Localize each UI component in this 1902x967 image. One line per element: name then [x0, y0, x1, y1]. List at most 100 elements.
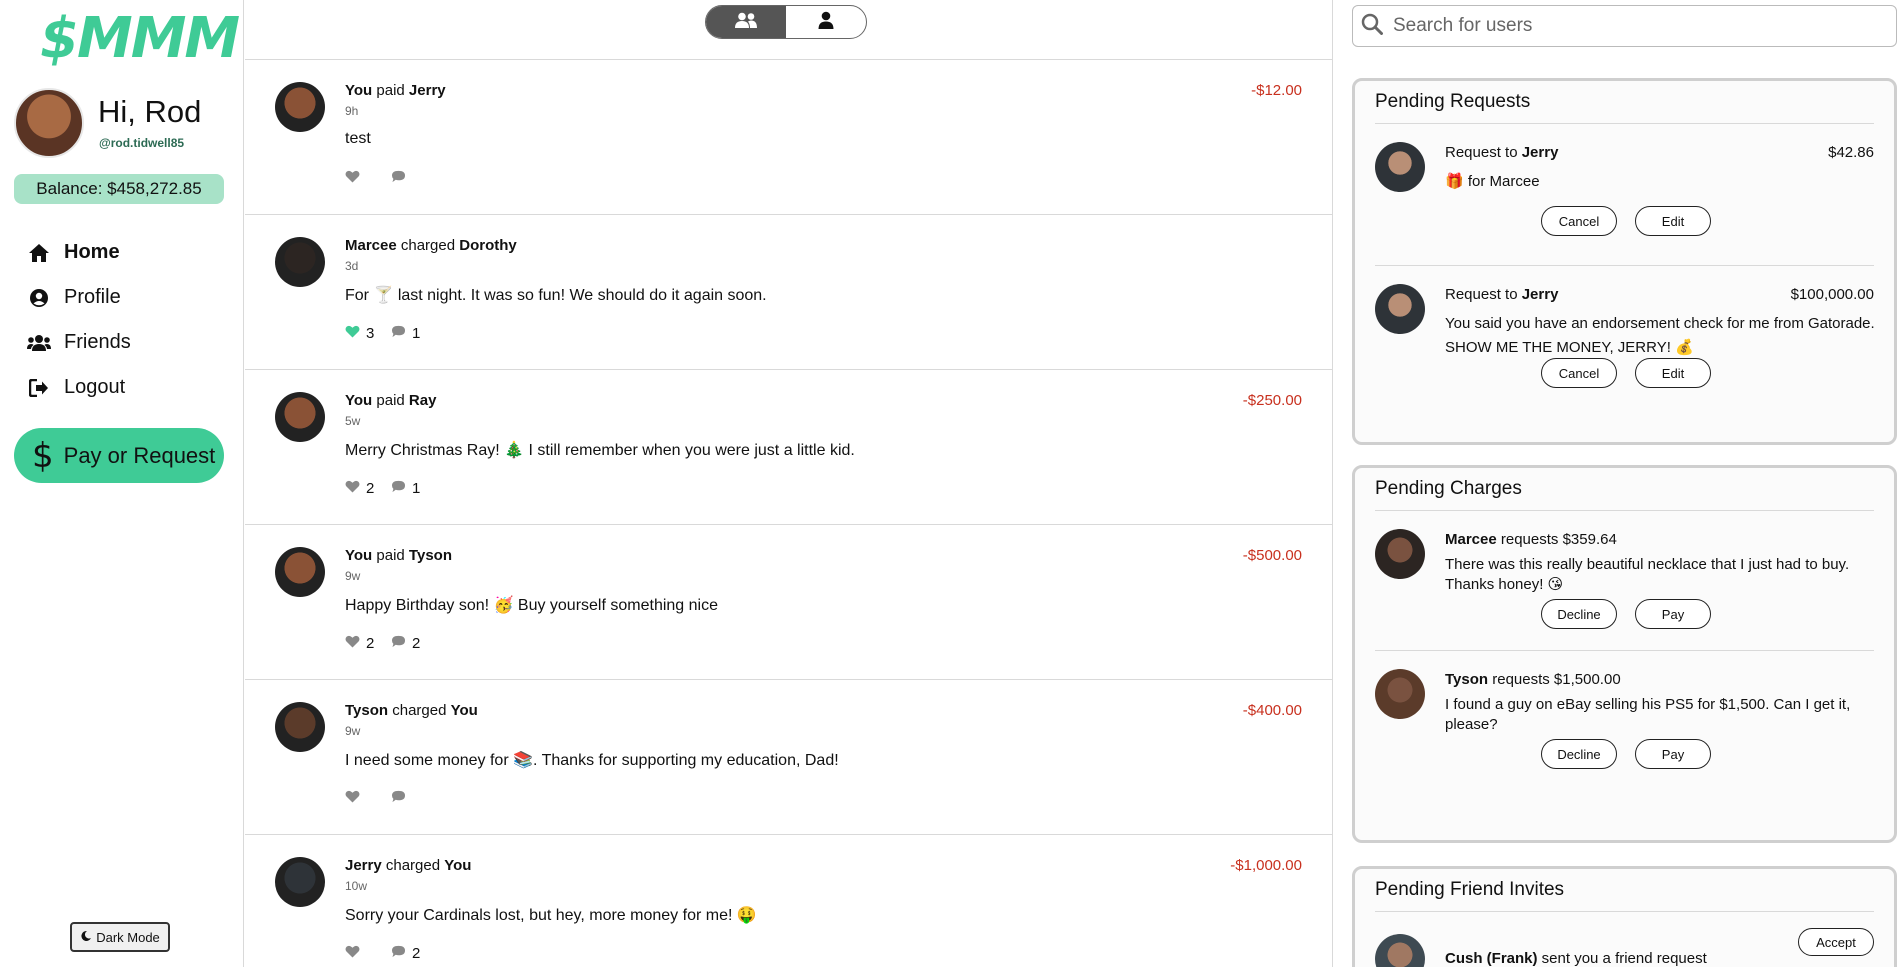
heart-icon	[345, 325, 360, 342]
avatar[interactable]	[1375, 142, 1425, 192]
pay-button[interactable]: Pay	[1635, 739, 1711, 769]
avatar[interactable]	[275, 392, 325, 442]
transaction-message: Happy Birthday son! 🥳 Buy yourself somet…	[345, 597, 718, 614]
actor-name[interactable]: You	[345, 82, 372, 99]
actor-name[interactable]: You	[345, 392, 372, 409]
avatar[interactable]	[275, 547, 325, 597]
avatar[interactable]	[1375, 529, 1425, 579]
timestamp: 9w	[345, 724, 361, 738]
pay-or-request-button[interactable]: $ Pay or Request	[14, 428, 224, 483]
target-name[interactable]: Dorothy	[459, 237, 517, 254]
comment-count: 1	[412, 325, 421, 342]
accept-button[interactable]: Accept	[1798, 928, 1874, 956]
personal-feed-tab[interactable]	[786, 6, 866, 38]
pay-button[interactable]: Pay	[1635, 599, 1711, 629]
target-name[interactable]: Jerry	[409, 82, 446, 99]
friends-feed-tab[interactable]	[706, 6, 786, 38]
feed-actions	[345, 790, 422, 807]
avatar[interactable]	[1375, 669, 1425, 719]
feed-actions: 31	[345, 325, 422, 342]
actor-name[interactable]: Marcee	[345, 237, 397, 254]
nav-item-logout[interactable]: Logout	[26, 365, 226, 410]
avatar[interactable]	[275, 237, 325, 287]
greeting: Hi, Rod	[98, 94, 202, 129]
dark-mode-button[interactable]: Dark Mode	[70, 922, 170, 952]
pending-charges-list: Marcee requests $359.64 There was this re…	[1375, 511, 1874, 791]
user-circle-icon	[26, 285, 52, 311]
transaction-amount: -$500.00	[1242, 547, 1302, 564]
target-name[interactable]: Ray	[409, 392, 437, 409]
comment-button[interactable]: 1	[391, 325, 422, 342]
cancel-button[interactable]: Cancel	[1541, 358, 1617, 388]
feed-item[interactable]: Tyson charged You 9w -$400.00 I need some m…	[245, 680, 1332, 835]
avatar[interactable]	[1375, 934, 1425, 967]
friend-invite: Cush (Frank) sent you a friend request Ac…	[1375, 912, 1874, 967]
cancel-button[interactable]: Cancel	[1541, 206, 1617, 236]
actor-name[interactable]: You	[345, 547, 372, 564]
feed-item[interactable]: You paid Tyson 9w -$500.00 Happy Birthday s…	[245, 525, 1332, 680]
request-amount: $42.86	[1828, 144, 1874, 161]
heart-icon	[345, 945, 360, 962]
comment-button[interactable]	[391, 790, 422, 807]
comment-button[interactable]: 2	[391, 945, 422, 962]
target-name[interactable]: You	[451, 702, 478, 719]
avatar[interactable]	[275, 702, 325, 752]
pending-charges-panel: Pending Charges Marcee requests $359.64 T…	[1352, 465, 1897, 843]
recipient-name[interactable]: Jerry	[1522, 144, 1559, 161]
feed-actions: 21	[345, 480, 422, 497]
transaction-amount: -$250.00	[1242, 392, 1302, 409]
edit-button[interactable]: Edit	[1635, 358, 1711, 388]
timestamp: 5w	[345, 414, 361, 428]
requester-name[interactable]: Tyson	[1445, 671, 1488, 688]
nav-item-home[interactable]: Home	[26, 230, 226, 275]
comment-button[interactable]	[391, 170, 422, 187]
search-input[interactable]	[1393, 15, 1873, 37]
like-button[interactable]	[345, 790, 391, 807]
feed-list: You paid Jerry 9h -$12.00 test Marcee charge…	[245, 59, 1332, 967]
request-amount: $100,000.00	[1790, 286, 1874, 303]
decline-button[interactable]: Decline	[1541, 599, 1617, 629]
comment-count: 1	[412, 480, 421, 497]
comment-icon	[391, 790, 406, 807]
target-name[interactable]: Tyson	[409, 547, 452, 564]
comment-icon	[391, 325, 406, 342]
recipient-name[interactable]: Jerry	[1522, 286, 1559, 303]
comment-button[interactable]: 2	[391, 635, 422, 652]
nav-item-profile[interactable]: Profile	[26, 275, 226, 320]
like-button[interactable]: 2	[345, 480, 391, 497]
transaction-amount: -$12.00	[1251, 82, 1302, 99]
avatar	[14, 88, 84, 158]
edit-button[interactable]: Edit	[1635, 206, 1711, 236]
transaction-message: For 🍸 last night. It was so fun! We shou…	[345, 287, 767, 304]
actor-name[interactable]: Jerry	[345, 857, 382, 874]
comment-icon	[391, 945, 406, 962]
like-button[interactable]	[345, 170, 391, 187]
decline-button[interactable]: Decline	[1541, 739, 1617, 769]
dark-mode-label: Dark Mode	[96, 929, 160, 945]
nav-item-friends[interactable]: Friends	[26, 320, 226, 365]
requester-name[interactable]: Marcee	[1445, 531, 1497, 548]
like-button[interactable]	[345, 945, 391, 962]
feed-item[interactable]: You paid Ray 5w -$250.00 Merry Christmas Ra…	[245, 370, 1332, 525]
avatar[interactable]	[275, 82, 325, 132]
comment-button[interactable]: 1	[391, 480, 422, 497]
pending-request: Request to Jerry $42.86 🎁 for Marcee Cancel…	[1375, 124, 1874, 266]
dollar-icon: $	[32, 435, 54, 476]
actor-name[interactable]: Tyson	[345, 702, 388, 719]
feed-item[interactable]: You paid Jerry 9h -$12.00 test	[245, 60, 1332, 215]
like-button[interactable]: 2	[345, 635, 391, 652]
balance-badge: Balance: $458,272.85	[14, 174, 224, 204]
pay-button-label: Pay or Request	[63, 442, 216, 468]
charge-actions: Decline Pay	[1541, 739, 1711, 769]
avatar[interactable]	[275, 857, 325, 907]
avatar[interactable]	[1375, 284, 1425, 334]
target-name[interactable]: You	[444, 857, 471, 874]
feed-item[interactable]: Marcee charged Dorothy 3d For 🍸 last night…	[245, 215, 1332, 370]
feed-actions	[345, 170, 422, 187]
inviter-name[interactable]: Cush (Frank)	[1445, 950, 1538, 967]
app-logo[interactable]: $MMM	[40, 6, 240, 71]
person-icon	[818, 11, 834, 34]
like-button[interactable]: 3	[345, 325, 391, 342]
feed-item[interactable]: Jerry charged You 10w -$1,000.00 Sorry your…	[245, 835, 1332, 967]
feed-toggle	[705, 5, 867, 39]
